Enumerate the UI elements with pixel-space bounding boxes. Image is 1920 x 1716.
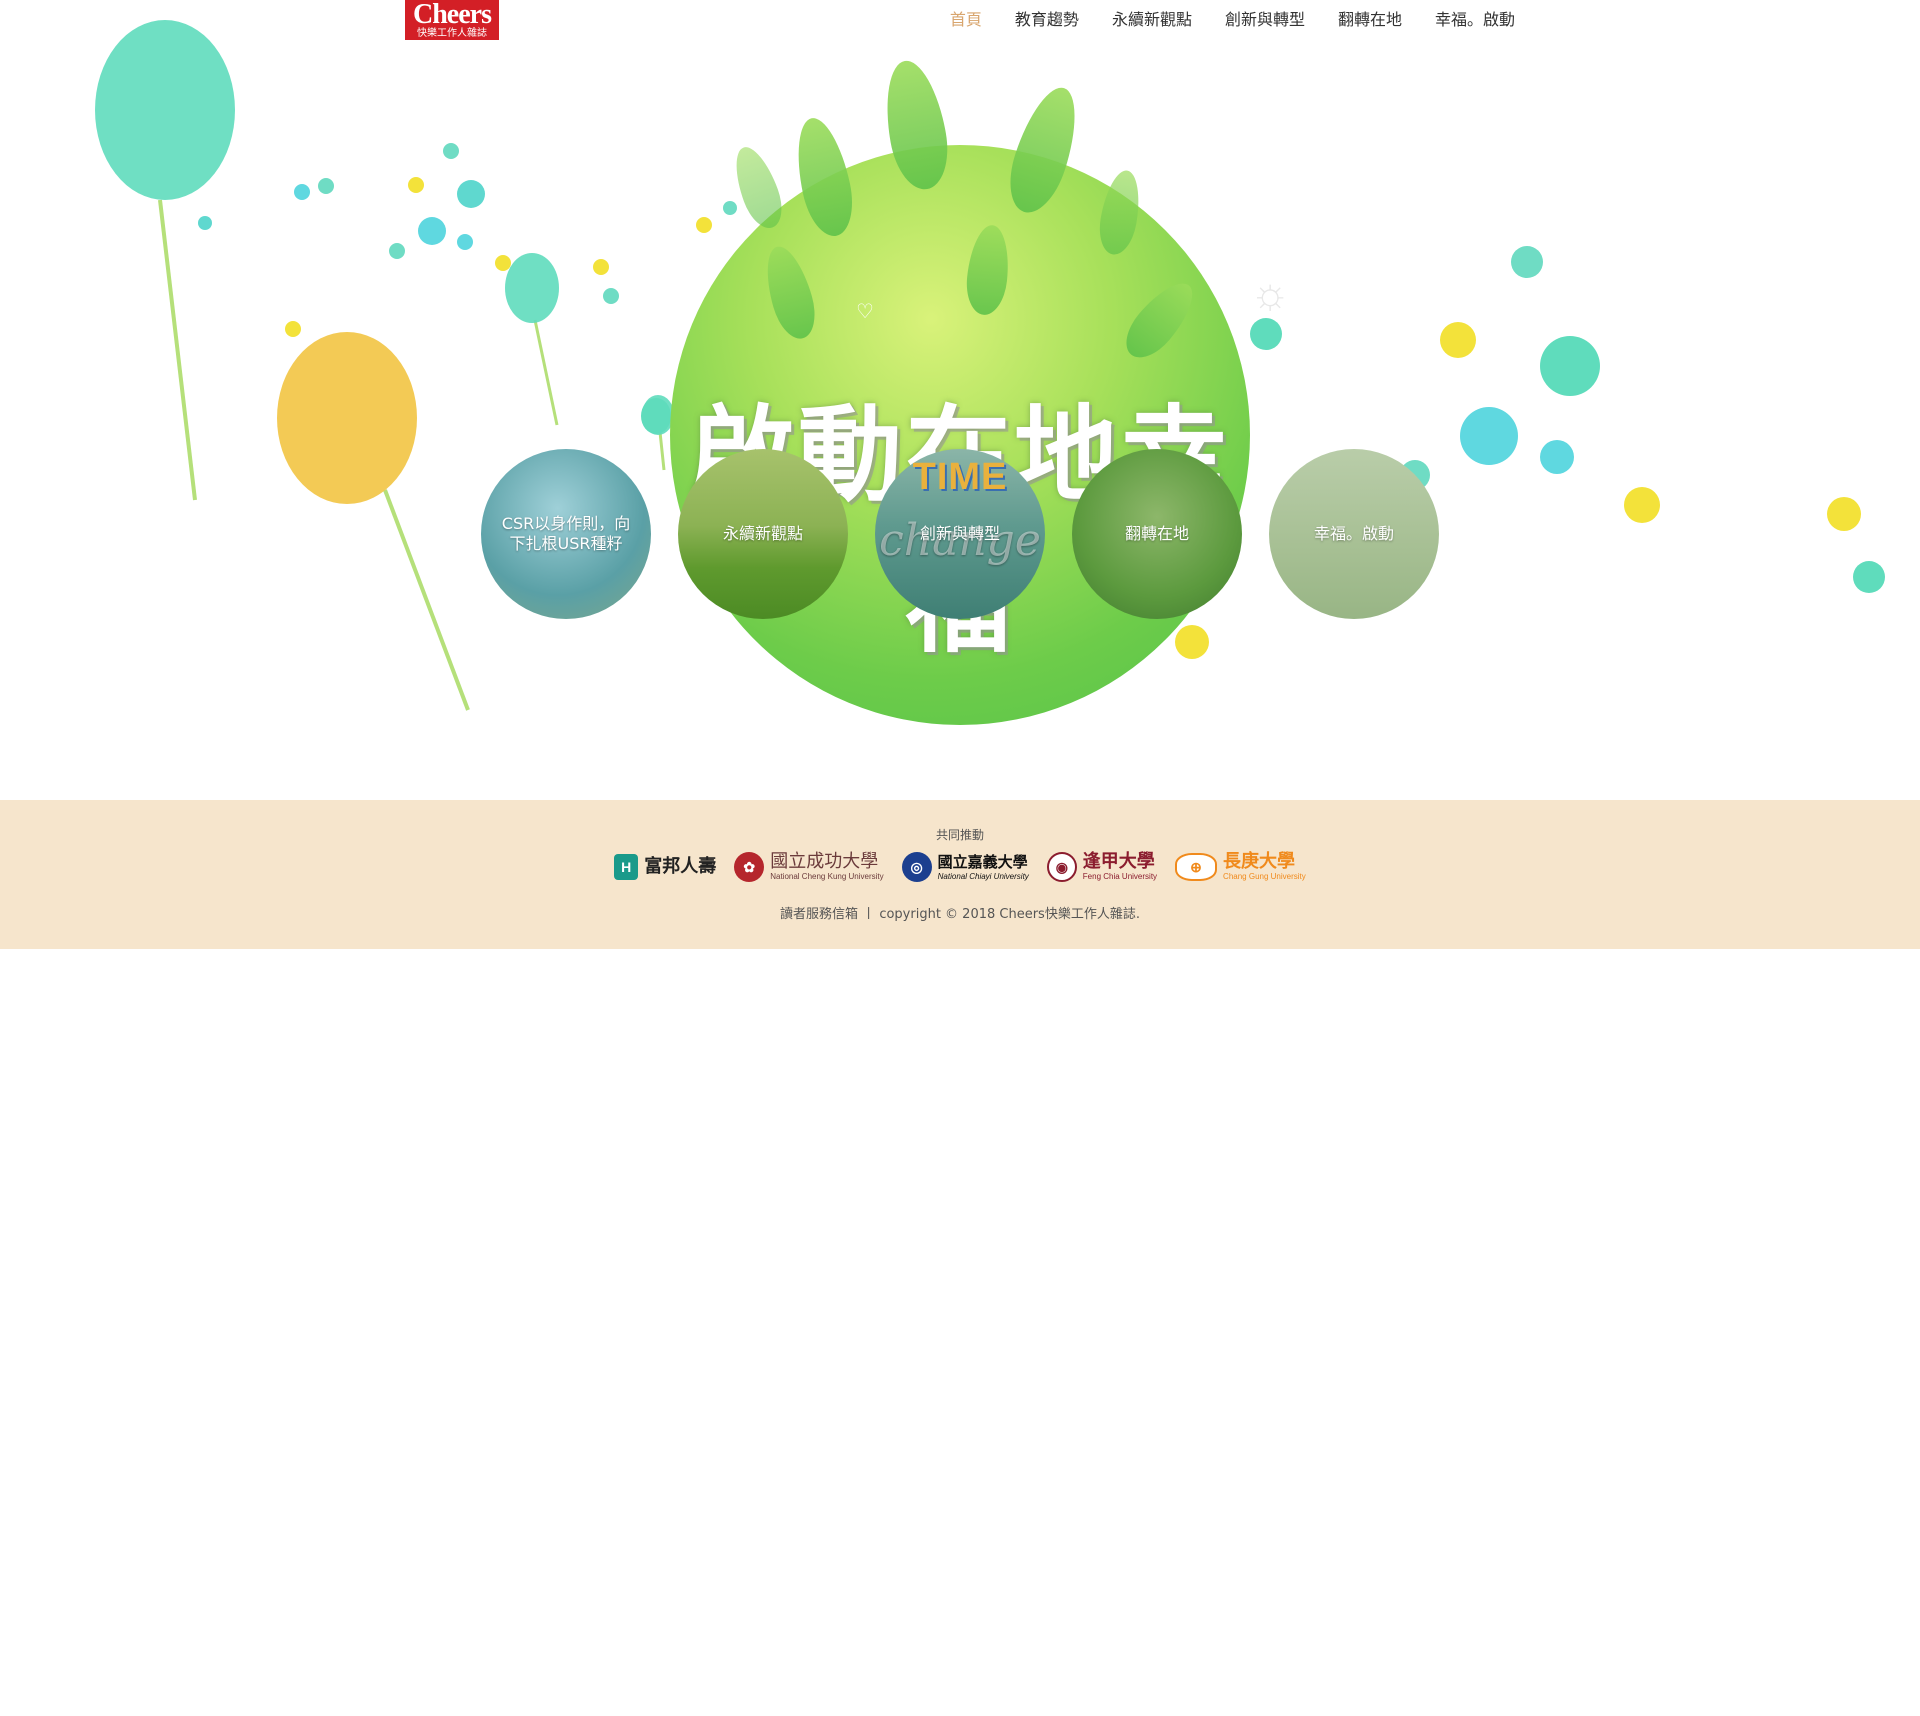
partners-label: 共同推動 [935, 828, 984, 842]
partner-name: 國立成功大學 [770, 851, 879, 872]
partner-name-en: National Cheng Kung University [770, 872, 884, 881]
partner-fcu[interactable]: ◉ 逢甲大學 Feng Chia University [1046, 851, 1158, 882]
topic-circle-local[interactable]: 翻轉在地 [1072, 449, 1242, 619]
topic-circle-label: 創新與轉型 [919, 524, 1000, 543]
partner-name-en: Chang Gung University [1223, 872, 1306, 881]
yellow-balloon [277, 332, 470, 711]
topic-circle-happiness[interactable]: 幸福。啟動 [1269, 449, 1439, 619]
partner-name: 國立嘉義大學 [937, 853, 1028, 871]
copyright-line: 讀者服務信箱 丨 copyright © 2018 Cheers快樂工作人雜誌. [0, 903, 1920, 922]
partner-name-en: Feng Chia University [1082, 872, 1158, 881]
copyright-separator: 丨 [862, 907, 876, 922]
partner-cgu[interactable]: ⊕ 長庚大學 Chang Gung University [1175, 852, 1306, 882]
partner-logos: H 富邦人壽 ✿ 國立成功大學 National Cheng Kung Univ… [0, 852, 1920, 882]
cgu-logo-icon: ⊕ [1175, 853, 1218, 881]
heart-icon: ♡ [856, 301, 874, 323]
ncku-logo-icon: ✿ [734, 852, 765, 882]
footer: 共同推動 H 富邦人壽 ✿ 國立成功大學 National Cheng Kung… [0, 800, 1920, 949]
topic-circle-innovation[interactable]: TIME change 創新與轉型 [875, 449, 1045, 619]
topic-circle-label: 永續新觀點 [722, 524, 803, 543]
topic-circle-csr[interactable]: CSR以身作則，向下扎根USR種籽 [481, 449, 651, 619]
partner-name: 逢甲大學 [1082, 851, 1155, 872]
partner-name-en: National Chiayi University [937, 872, 1029, 881]
ncyu-logo-icon: ◎ [901, 852, 932, 882]
partner-name: 長庚大學 [1223, 851, 1296, 872]
fubon-logo-icon: H [614, 854, 639, 880]
copyright-text: copyright © 2018 Cheers快樂工作人雜誌. [879, 907, 1140, 922]
reader-service-link[interactable]: 讀者服務信箱 [780, 907, 858, 922]
teal-balloon-small [505, 253, 559, 426]
topic-circle-label: 幸福。啟動 [1313, 524, 1394, 543]
partner-name: 富邦人壽 [644, 856, 717, 877]
partner-ncku[interactable]: ✿ 國立成功大學 National Cheng Kung University [734, 851, 884, 882]
hero-section: ☼ ♡ 啟動在地幸福 CSR以身作則，向下扎根USR種籽 永續新觀點 TIME … [0, 0, 1920, 800]
topic-circle-sustainability[interactable]: 永續新觀點 [678, 449, 848, 619]
time-image-text: TIME [912, 456, 1008, 498]
sun-icon: ☼ [1250, 269, 1291, 318]
topic-circle-label: 翻轉在地 [1124, 524, 1189, 543]
partner-fubon[interactable]: H 富邦人壽 [614, 854, 716, 880]
partner-ncyu[interactable]: ◎ 國立嘉義大學 National Chiayi University [901, 852, 1029, 882]
teal-balloon-large [95, 20, 235, 501]
fcu-logo-icon: ◉ [1046, 852, 1077, 882]
topic-circle-label: CSR以身作則，向下扎根USR種籽 [501, 514, 631, 553]
